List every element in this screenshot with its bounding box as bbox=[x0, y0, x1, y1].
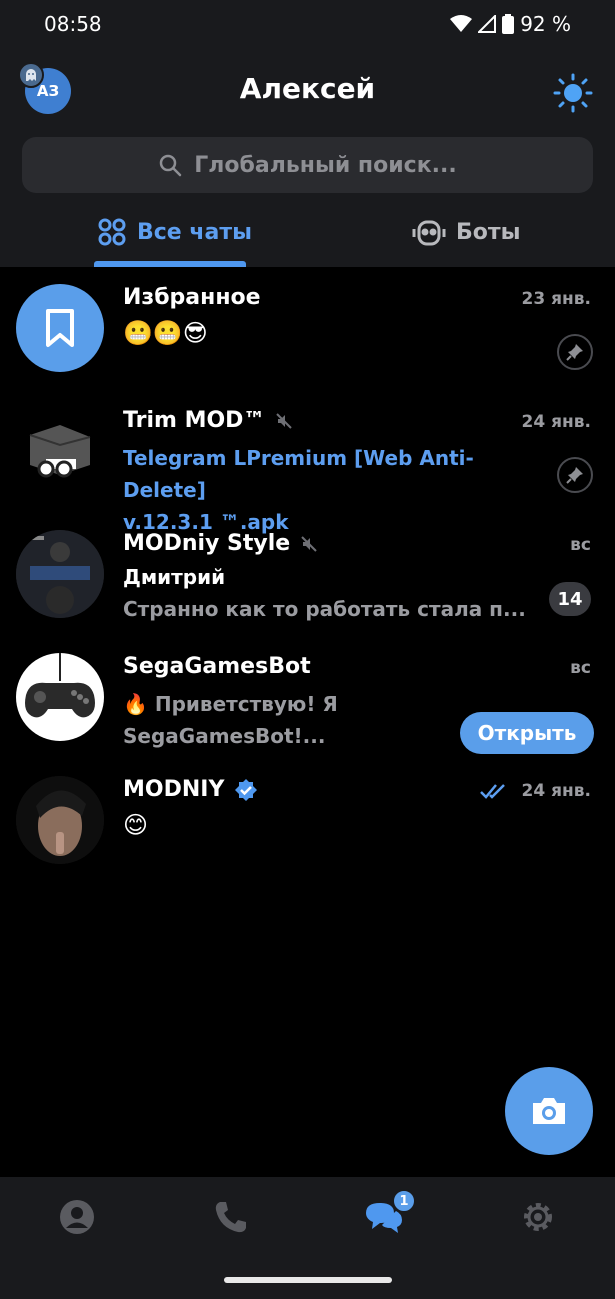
chat-date: вс bbox=[570, 535, 591, 555]
chat-preview: 🔥 Приветствую! Я SegaGamesBot!... bbox=[123, 692, 338, 748]
chat-date: 23 янв. bbox=[521, 289, 591, 309]
trim-mod-avatar bbox=[16, 407, 104, 495]
open-bot-button[interactable]: Открыть bbox=[460, 712, 594, 754]
nav-profile[interactable] bbox=[57, 1197, 97, 1237]
battery-icon bbox=[502, 14, 515, 34]
tab-all-chats[interactable]: Все чаты bbox=[97, 217, 252, 247]
status-bar: 08:58 92 % bbox=[0, 0, 615, 50]
pin-icon bbox=[557, 457, 593, 493]
battery-percent: 92 % bbox=[520, 12, 571, 36]
chat-date: 24 янв. bbox=[521, 412, 591, 432]
nav-settings[interactable] bbox=[518, 1197, 558, 1237]
phone-icon bbox=[215, 1202, 246, 1233]
nav-calls[interactable] bbox=[211, 1197, 251, 1237]
camera-icon bbox=[533, 1098, 565, 1124]
chat-row-trim-mod[interactable]: Trim MOD™ 24 янв. Telegram LPremium [Web… bbox=[0, 390, 615, 534]
pin-icon bbox=[557, 334, 593, 370]
bookmark-avatar bbox=[16, 284, 104, 372]
chat-date: 24 янв. bbox=[479, 781, 591, 801]
tab-all-chats-label: Все чаты bbox=[137, 219, 252, 245]
theme-toggle-icon[interactable] bbox=[553, 73, 593, 113]
chat-name: Избранное bbox=[123, 285, 261, 310]
chat-name: SegaGamesBot bbox=[123, 654, 311, 679]
chat-row-modniy-style[interactable]: MODniy Style вс Дмитрий Странно как то р… bbox=[0, 513, 615, 636]
chat-row-modniy[interactable]: MODNIY 24 янв. 😊 bbox=[0, 759, 615, 882]
muted-icon bbox=[301, 535, 317, 552]
gear-icon bbox=[524, 1203, 552, 1231]
chat-preview: 😬😬😎 bbox=[123, 319, 208, 347]
tab-bots-label: Боты bbox=[456, 219, 521, 245]
search-icon bbox=[160, 154, 182, 177]
read-checks-icon bbox=[479, 784, 505, 799]
segagamesbot-avatar bbox=[16, 653, 104, 741]
chat-row-segagamesbot[interactable]: SegaGamesBot вс 🔥 Приветствую! Я SegaGam… bbox=[0, 636, 615, 759]
grid-icon bbox=[98, 218, 126, 246]
chat-name: MODniy Style bbox=[123, 531, 318, 556]
muted-icon bbox=[276, 412, 293, 429]
chat-name: Trim MOD™ bbox=[123, 408, 293, 433]
wifi-icon bbox=[450, 15, 473, 32]
chat-sender: Дмитрий bbox=[123, 565, 226, 589]
home-indicator[interactable] bbox=[224, 1277, 392, 1283]
bookmark-icon bbox=[46, 309, 74, 347]
modniy-avatar bbox=[16, 776, 104, 864]
tab-bots[interactable]: Боты bbox=[412, 217, 521, 247]
page-title: Алексей bbox=[239, 72, 376, 105]
chat-tabs: Все чаты Боты bbox=[0, 205, 615, 267]
nav-chats[interactable]: 1 bbox=[364, 1189, 416, 1237]
chat-row-favorites[interactable]: Избранное 23 янв. 😬😬😎 bbox=[0, 267, 615, 390]
signal-icon bbox=[478, 15, 497, 33]
chat-name: MODNIY bbox=[123, 777, 258, 802]
status-time: 08:58 bbox=[44, 12, 102, 36]
search-placeholder: Глобальный поиск... bbox=[194, 152, 457, 178]
chat-date: вс bbox=[570, 658, 591, 678]
camera-button[interactable] bbox=[505, 1067, 593, 1155]
global-search-input[interactable]: Глобальный поиск... bbox=[22, 137, 593, 193]
profile-icon bbox=[60, 1200, 94, 1234]
robot-icon bbox=[412, 220, 446, 246]
chats-unread-badge: 1 bbox=[392, 1189, 416, 1213]
bottom-navigation: 1 bbox=[0, 1177, 615, 1299]
chat-preview: 😊 bbox=[123, 811, 149, 839]
modniy-style-avatar bbox=[16, 530, 104, 618]
chat-preview: Странно как то работать стала п... bbox=[123, 597, 526, 621]
status-icons: 92 % bbox=[450, 12, 571, 36]
verified-icon bbox=[235, 778, 258, 801]
unread-badge: 14 bbox=[549, 582, 591, 616]
